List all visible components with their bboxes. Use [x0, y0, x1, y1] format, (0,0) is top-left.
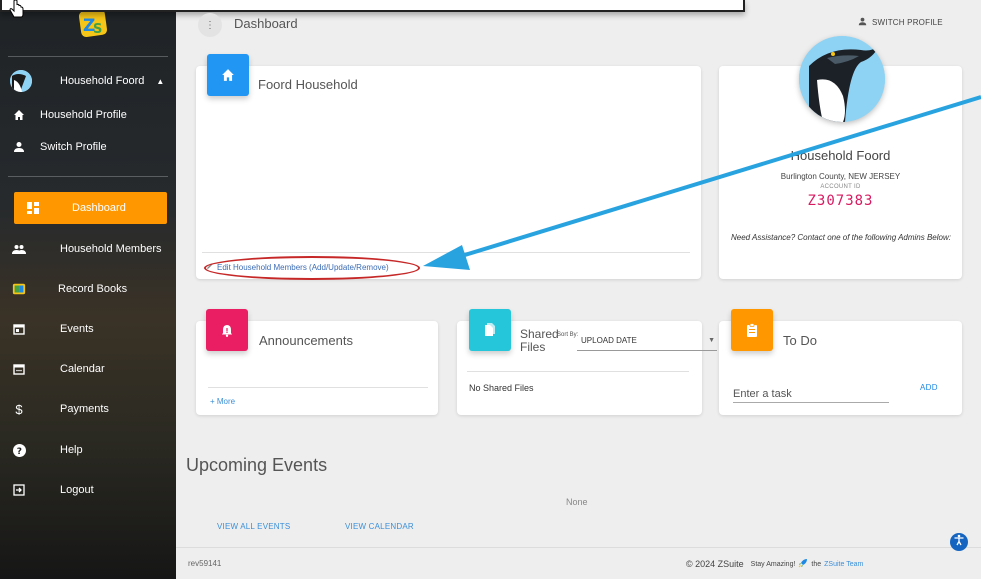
person-icon — [12, 140, 26, 154]
calendar-icon — [12, 362, 26, 376]
dollar-icon: $ — [15, 401, 23, 417]
people-icon — [12, 242, 26, 256]
caret-down-icon: ▼ — [708, 337, 715, 344]
overlay-bar — [0, 0, 745, 12]
hand-cursor-icon — [8, 0, 26, 20]
sidebar: Z S Household Foord ▲ Household Profile … — [0, 0, 176, 579]
sidebar-divider — [8, 176, 168, 177]
sidebar-item-label: Household Profile — [40, 109, 127, 121]
sort-select[interactable]: UPLOAD DATE ▼ — [577, 331, 717, 351]
accessibility-icon — [953, 533, 965, 551]
divider — [202, 252, 690, 253]
task-input[interactable] — [733, 385, 889, 403]
sort-select-value: UPLOAD DATE — [581, 336, 637, 345]
more-vert-icon: ⋮ — [205, 19, 215, 31]
annotation-oval — [204, 256, 420, 280]
sidebar-item-label: Logout — [60, 484, 94, 496]
tagline-prefix: Stay Amazing! — [750, 560, 796, 568]
no-events-text: None — [566, 497, 588, 507]
view-calendar-link[interactable]: VIEW CALENDAR — [345, 522, 414, 531]
sidebar-item-label: Payments — [60, 403, 109, 415]
no-files-text: No Shared Files — [469, 383, 534, 393]
sidebar-item-label: Calendar — [60, 363, 105, 375]
household-avatar — [799, 36, 885, 122]
caret-up-icon: ▲ — [156, 76, 165, 86]
divider — [467, 371, 689, 372]
help-icon: ? — [12, 443, 26, 457]
rocket-icon — [798, 558, 808, 570]
sidebar-item-label: Dashboard — [72, 202, 126, 214]
sidebar-item-label: Help — [60, 444, 83, 456]
account-id-value: Z307383 — [807, 193, 874, 209]
assistance-text: Need Assistance? Contact one of the foll… — [731, 233, 951, 242]
profile-card: Household Foord Burlington County, NEW J… — [719, 36, 962, 279]
more-announcements-link[interactable]: + More — [210, 397, 235, 406]
sidebar-item-label: Record Books — [58, 283, 128, 295]
sidebar-item-record-books[interactable]: Record Books — [12, 273, 168, 305]
person-icon — [858, 17, 867, 28]
clipboard-icon — [731, 309, 773, 351]
shared-files-title: Shared Files — [520, 327, 559, 354]
announcements-title: Announcements — [259, 333, 353, 348]
revision-text: rev59141 — [188, 559, 222, 568]
copyright-text: © 2024 ZSuite — [686, 559, 744, 569]
footer-divider — [176, 547, 981, 548]
avatar — [10, 70, 32, 92]
sidebar-item-switch-profile[interactable]: Switch Profile — [12, 131, 168, 163]
switch-profile-label: SWITCH PROFILE — [872, 18, 943, 27]
sidebar-item-label: Events — [60, 323, 94, 335]
sidebar-item-household-members[interactable]: Household Members — [12, 233, 168, 265]
file-icon — [469, 309, 511, 351]
sidebar-item-dashboard[interactable]: Dashboard — [14, 192, 167, 224]
todo-card: To Do ADD — [719, 309, 962, 415]
record-books-icon — [12, 282, 26, 296]
zsuite-team-link[interactable]: ZSuite Team — [824, 561, 863, 568]
page-title: Dashboard — [234, 16, 298, 31]
sidebar-user-name: Household Foord — [60, 75, 145, 87]
upcoming-events-title: Upcoming Events — [186, 455, 328, 475]
sort-by-label: Sort By: — [557, 332, 579, 338]
todo-title: To Do — [783, 333, 817, 348]
copyright: © 2024 ZSuite Stay Amazing! the ZSuite T… — [686, 558, 863, 570]
household-title: Foord Household — [258, 77, 358, 92]
sidebar-item-help[interactable]: ? Help — [12, 434, 168, 466]
sidebar-item-household-profile[interactable]: Household Profile — [12, 99, 168, 131]
profile-name: Household Foord — [790, 148, 891, 163]
announcements-card: Announcements + More — [196, 309, 438, 415]
divider — [208, 387, 428, 388]
menu-toggle-button[interactable]: ⋮ — [198, 13, 222, 37]
sidebar-item-label: Switch Profile — [40, 141, 107, 153]
home-icon — [207, 54, 249, 96]
sidebar-item-logout[interactable]: Logout — [12, 474, 168, 506]
switch-profile-button[interactable]: SWITCH PROFILE — [858, 17, 943, 28]
accessibility-button[interactable] — [950, 533, 968, 551]
bell-icon — [206, 309, 248, 351]
sidebar-item-payments[interactable]: $ Payments — [12, 393, 168, 425]
view-all-events-link[interactable]: VIEW ALL EVENTS — [217, 522, 290, 531]
sidebar-item-label: Household Members — [60, 243, 162, 255]
home-icon — [12, 108, 26, 122]
svg-text:S: S — [93, 22, 102, 37]
svg-text:?: ? — [16, 447, 21, 457]
sidebar-divider — [8, 56, 168, 57]
shared-files-card: Shared Files Sort By: UPLOAD DATE ▼ No S… — [457, 309, 717, 415]
events-icon — [12, 322, 26, 336]
sidebar-item-events[interactable]: Events — [12, 313, 168, 345]
account-id-label: ACCOUNT ID — [820, 184, 861, 190]
logout-icon — [12, 483, 26, 497]
sidebar-user-toggle[interactable]: Household Foord ▲ — [10, 66, 170, 96]
sidebar-item-calendar[interactable]: Calendar — [12, 353, 168, 385]
add-task-button[interactable]: ADD — [920, 383, 938, 392]
dashboard-icon — [26, 201, 40, 215]
tagline-the: the — [811, 560, 822, 568]
profile-location: Burlington County, NEW JERSEY — [780, 172, 901, 181]
household-card: Foord Household Edit Household Members (… — [196, 54, 701, 279]
